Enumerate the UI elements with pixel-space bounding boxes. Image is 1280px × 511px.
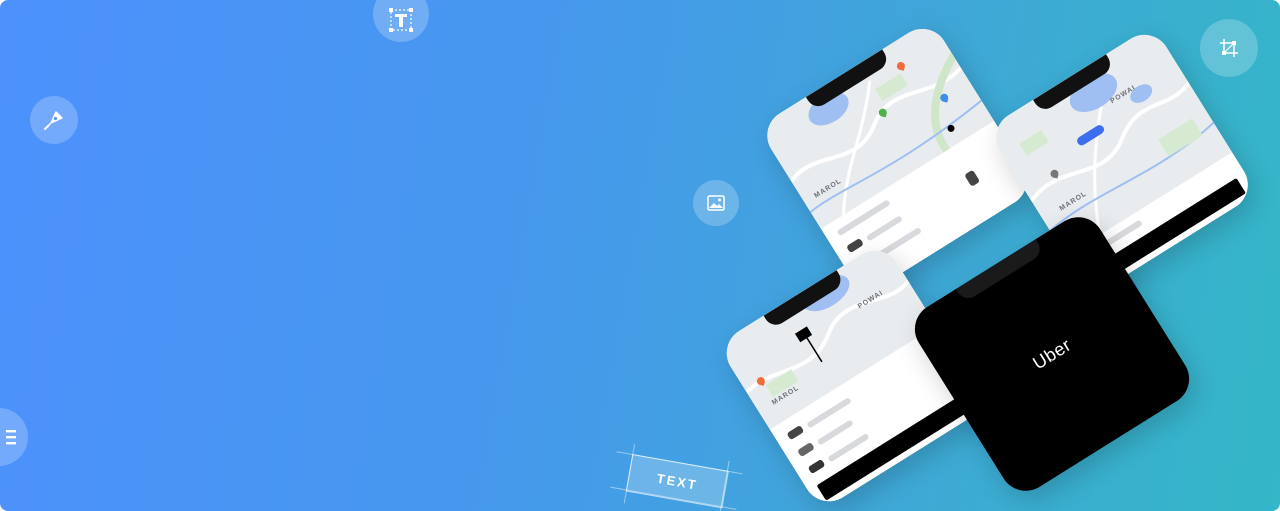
car-icon [797,441,815,458]
hero-banner: TEXT MAROL POWAI MAROL POWAI MAROL Uber [0,0,1280,511]
car-icon [846,237,864,254]
image-icon [707,195,725,211]
pen-tool-button[interactable] [30,96,78,144]
text-tool-icon [389,8,413,32]
brand-logo: Uber [1029,334,1075,373]
placeholder-row [865,215,903,242]
menu-icon [6,430,16,445]
phone-notch [955,239,1045,303]
text-tag-element[interactable]: TEXT [608,441,745,511]
car-icon [807,458,826,475]
pen-tool-icon [44,111,63,130]
text-tool-button[interactable] [373,0,429,42]
menu-tool-button[interactable] [0,408,28,466]
placeholder-row [816,419,854,446]
text-tag-label: TEXT [625,453,729,509]
car-icon [786,424,805,441]
car-icon [964,169,981,187]
crop-icon [1220,39,1238,57]
image-tool-button[interactable] [693,180,739,226]
phone-mockup-map-select: MAROL [757,19,1037,297]
crop-tool-button[interactable] [1200,19,1258,77]
